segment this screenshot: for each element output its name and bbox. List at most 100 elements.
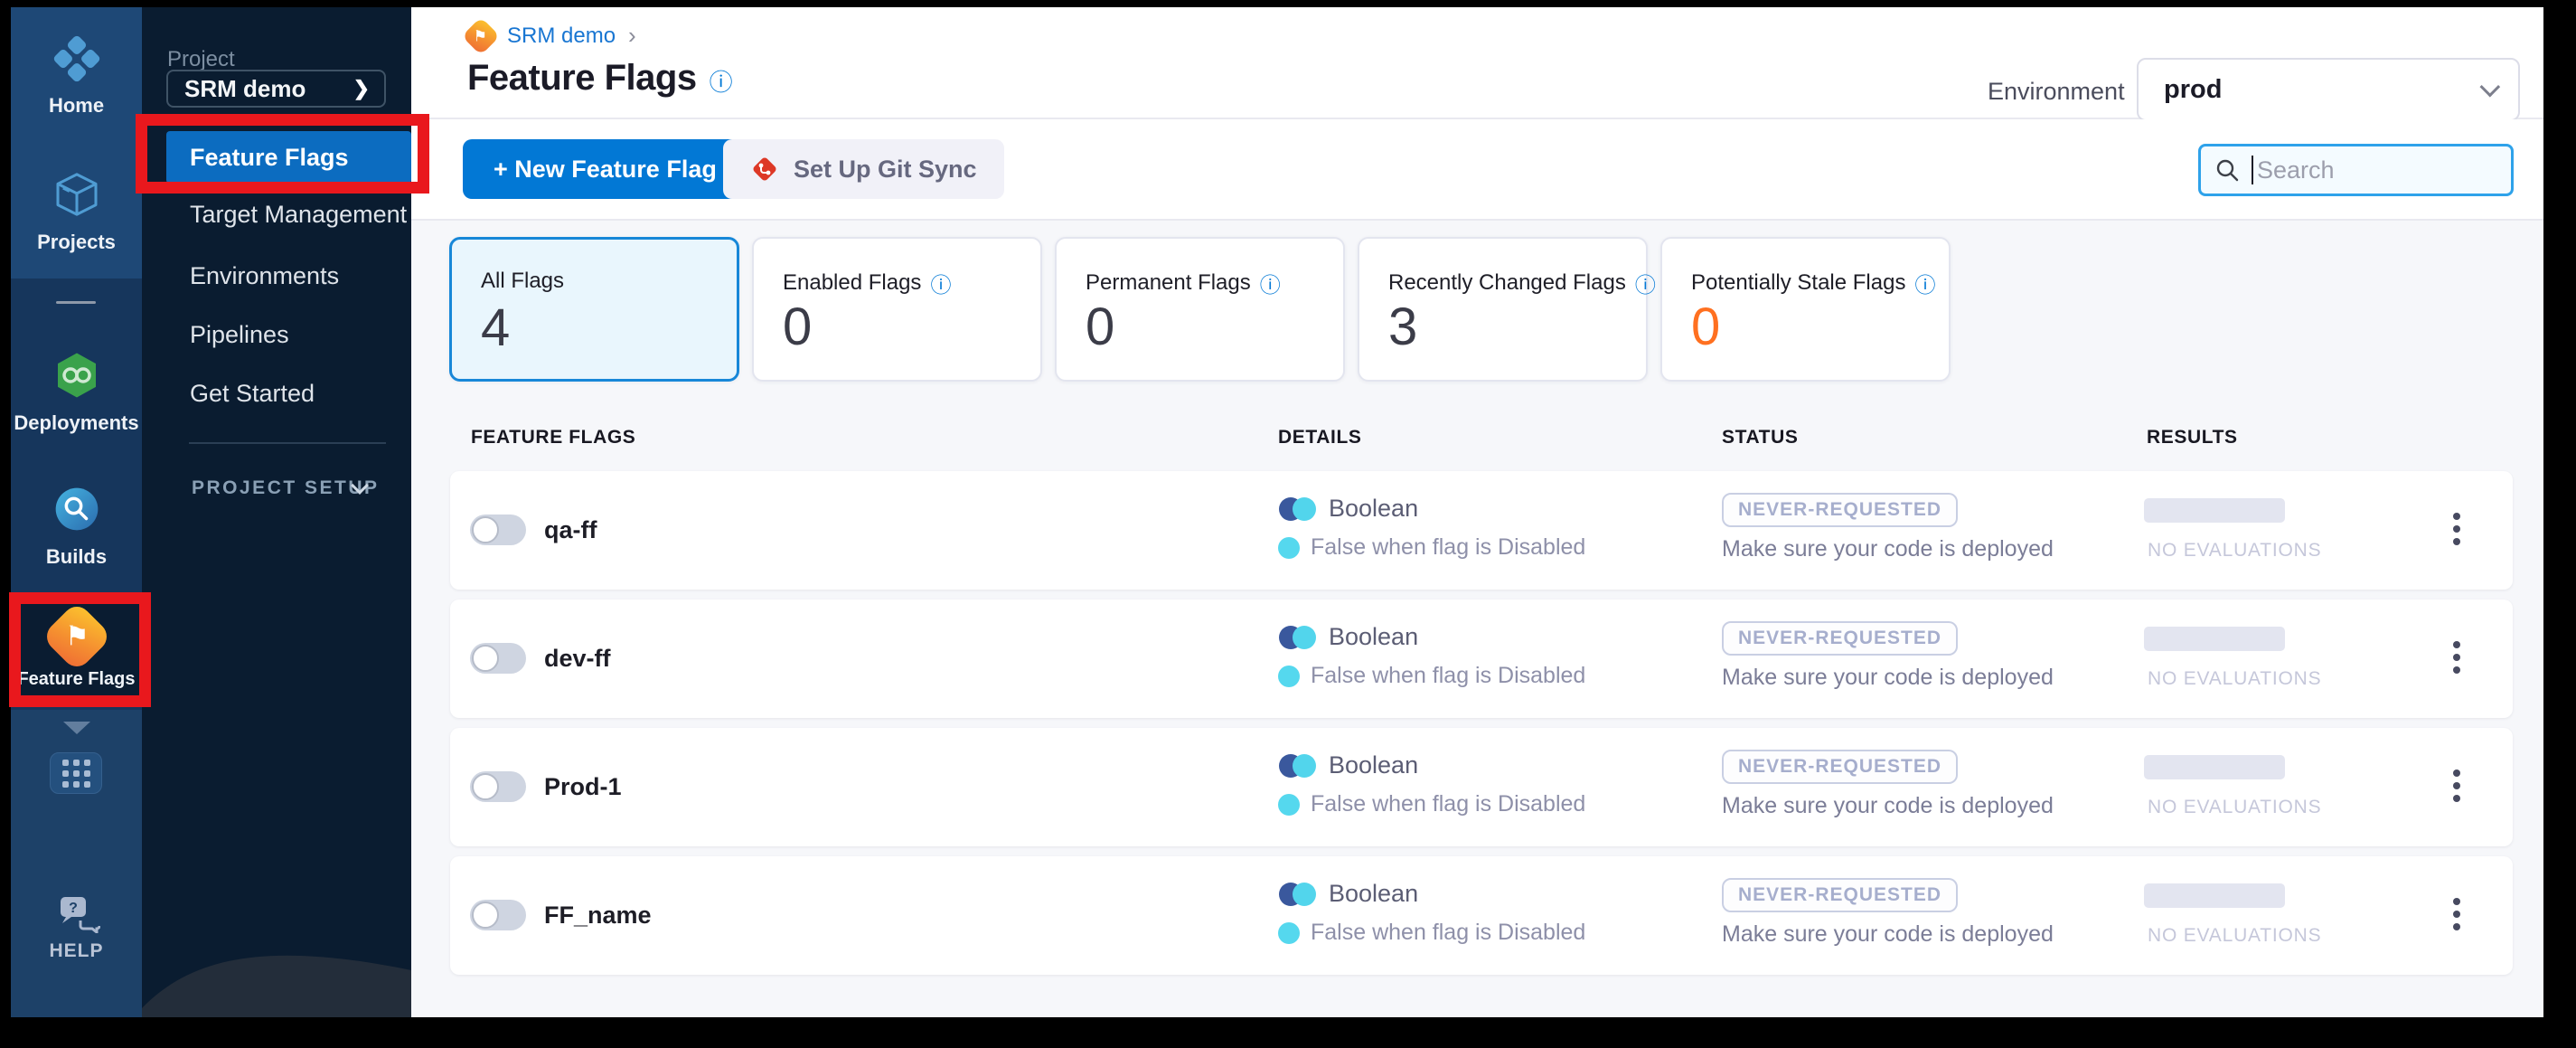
info-icon[interactable]: ⓘ <box>1260 268 1281 298</box>
results-bar <box>2144 883 2285 908</box>
off-variation-dot <box>1278 793 1300 816</box>
project-setup-toggle[interactable]: PROJECT SETUP <box>192 477 380 499</box>
chevron-right-icon: › <box>628 22 636 49</box>
info-icon[interactable]: ⓘ <box>710 64 733 98</box>
sidebar-item-label: Projects <box>37 231 116 253</box>
nav-divider <box>189 442 386 444</box>
flag-off-rule: False when flag is Disabled <box>1278 534 1585 561</box>
content-area: All Flags 4 Enabled Flags ⓘ 0 Permanent F… <box>411 221 2543 1017</box>
column-header-status: STATUS <box>1722 427 1799 448</box>
status-badge: NEVER-REQUESTED <box>1722 750 1959 784</box>
environment-label: Environment <box>1988 78 2125 105</box>
flag-name: dev-ff <box>544 645 611 672</box>
flag-name: Prod-1 <box>544 773 622 800</box>
card-permanent-flags[interactable]: Permanent Flags ⓘ 0 <box>1055 237 1345 382</box>
flag-type: Boolean <box>1278 495 1418 523</box>
toolbar: + New Feature Flag Set Up Git Sync <box>411 119 2576 221</box>
sidebar-item-deployments[interactable]: Deployments <box>11 326 142 459</box>
flag-off-rule: False when flag is Disabled <box>1278 663 1585 689</box>
setup-git-sync-label: Set Up Git Sync <box>794 155 977 183</box>
help-button[interactable]: ? HELP <box>11 893 142 962</box>
flag-type: Boolean <box>1278 623 1418 651</box>
info-icon[interactable]: ⓘ <box>930 268 951 298</box>
card-recently-changed-flags[interactable]: Recently Changed Flags ⓘ 3 <box>1358 237 1656 382</box>
card-value: 0 <box>783 297 813 356</box>
sidebar-item-label: Deployments <box>14 411 139 434</box>
sidebar-item-target-management[interactable]: Target Management <box>190 201 407 229</box>
results-bar <box>2144 627 2285 651</box>
info-icon[interactable]: ⓘ <box>1914 268 1935 298</box>
environment-select[interactable]: prod <box>2137 58 2520 121</box>
card-all-flags[interactable]: All Flags 4 <box>449 237 739 382</box>
off-variation-dot <box>1278 665 1300 687</box>
status-note: Make sure your code is deployed <box>1722 921 2054 947</box>
flag-toggle[interactable] <box>470 771 526 802</box>
card-enabled-flags[interactable]: Enabled Flags ⓘ 0 <box>752 237 1042 382</box>
sidebar-item-pipelines[interactable]: Pipelines <box>190 321 289 349</box>
chevron-down-icon[interactable] <box>63 722 90 734</box>
app-window: Home Projects Deployments Builds ⚑ Featu… <box>9 7 2576 1017</box>
sidebar-item-label: Builds <box>45 545 108 568</box>
environment-select-value: prod <box>2164 74 2223 104</box>
new-feature-flag-button[interactable]: + New Feature Flag <box>463 139 747 199</box>
results-note: NO EVALUATIONS <box>2148 668 2322 689</box>
boolean-icon <box>1279 625 1316 649</box>
column-header-details: DETAILS <box>1278 427 1362 448</box>
breadcrumb: ⚑ SRM demo › <box>461 16 636 55</box>
sidebar-item-feature-flags[interactable]: ⚑ Feature Flags <box>11 597 142 703</box>
status-badge: NEVER-REQUESTED <box>1722 878 1959 912</box>
flag-toggle[interactable] <box>470 515 526 545</box>
table-row: qa-ff Boolean False when flag is Disable… <box>450 471 2513 590</box>
sidebar-item-environments[interactable]: Environments <box>190 262 339 290</box>
status-badge: NEVER-REQUESTED <box>1722 621 1959 656</box>
sidebar-item-feature-flags-page[interactable]: Feature Flags <box>166 131 411 184</box>
boolean-icon <box>1279 753 1316 778</box>
chevron-down-icon <box>2479 76 2501 98</box>
row-menu-button[interactable] <box>2444 766 2469 806</box>
results-note: NO EVALUATIONS <box>2148 797 2322 817</box>
help-label: HELP <box>49 940 104 961</box>
off-variation-dot <box>1278 536 1300 559</box>
status-note: Make sure your code is deployed <box>1722 536 2054 562</box>
sidebar-item-builds[interactable]: Builds <box>11 459 142 593</box>
boolean-icon <box>1279 882 1316 906</box>
row-menu-button[interactable] <box>2444 509 2469 549</box>
flag-toggle[interactable] <box>470 900 526 930</box>
home-icon <box>53 35 99 82</box>
card-value: 4 <box>481 298 511 357</box>
sidebar-item-get-started[interactable]: Get Started <box>190 380 315 408</box>
project-selector-value: SRM demo <box>184 74 306 102</box>
results-note: NO EVALUATIONS <box>2148 540 2322 561</box>
card-label: All Flags <box>481 269 565 293</box>
column-header-feature-flags: FEATURE FLAGS <box>471 427 636 448</box>
table-row: FF_name Boolean False when flag is Disab… <box>450 856 2513 975</box>
flag-toggle[interactable] <box>470 643 526 674</box>
flag-off-rule: False when flag is Disabled <box>1278 791 1585 817</box>
setup-git-sync-button[interactable]: Set Up Git Sync <box>723 139 1004 199</box>
feature-flags-icon: ⚑ <box>461 16 501 55</box>
module-picker-grid-icon[interactable] <box>50 752 102 794</box>
chevron-right-icon: ❯ <box>353 77 370 99</box>
breadcrumb-project-link[interactable]: SRM demo <box>507 24 616 49</box>
column-header-results: RESULTS <box>2147 427 2238 448</box>
row-menu-button[interactable] <box>2444 894 2469 934</box>
row-menu-button[interactable] <box>2444 637 2469 677</box>
project-selector[interactable]: SRM demo ❯ <box>166 70 386 108</box>
off-variation-dot <box>1278 921 1300 944</box>
card-value: 0 <box>1691 297 1721 356</box>
sidebar-item-projects[interactable]: Projects <box>11 145 142 279</box>
card-value: 0 <box>1086 297 1115 356</box>
card-potentially-stale-flags[interactable]: Potentially Stale Flags ⓘ 0 <box>1660 237 1951 382</box>
results-bar <box>2144 498 2285 523</box>
search-input[interactable] <box>2253 156 2576 184</box>
info-icon[interactable]: ⓘ <box>1635 268 1656 298</box>
results-note: NO EVALUATIONS <box>2148 925 2322 946</box>
sidebar-item-home[interactable]: Home <box>11 7 142 145</box>
projects-cube-icon <box>55 173 98 216</box>
deployments-icon <box>57 353 96 398</box>
status-note: Make sure your code is deployed <box>1722 665 2054 690</box>
builds-icon <box>55 487 98 531</box>
page-header: ⚑ SRM demo › Feature Flags ⓘ Environment… <box>411 7 2543 121</box>
feature-flags-icon: ⚑ <box>40 600 113 673</box>
main-content: ⚑ SRM demo › Feature Flags ⓘ Environment… <box>411 7 2576 1017</box>
